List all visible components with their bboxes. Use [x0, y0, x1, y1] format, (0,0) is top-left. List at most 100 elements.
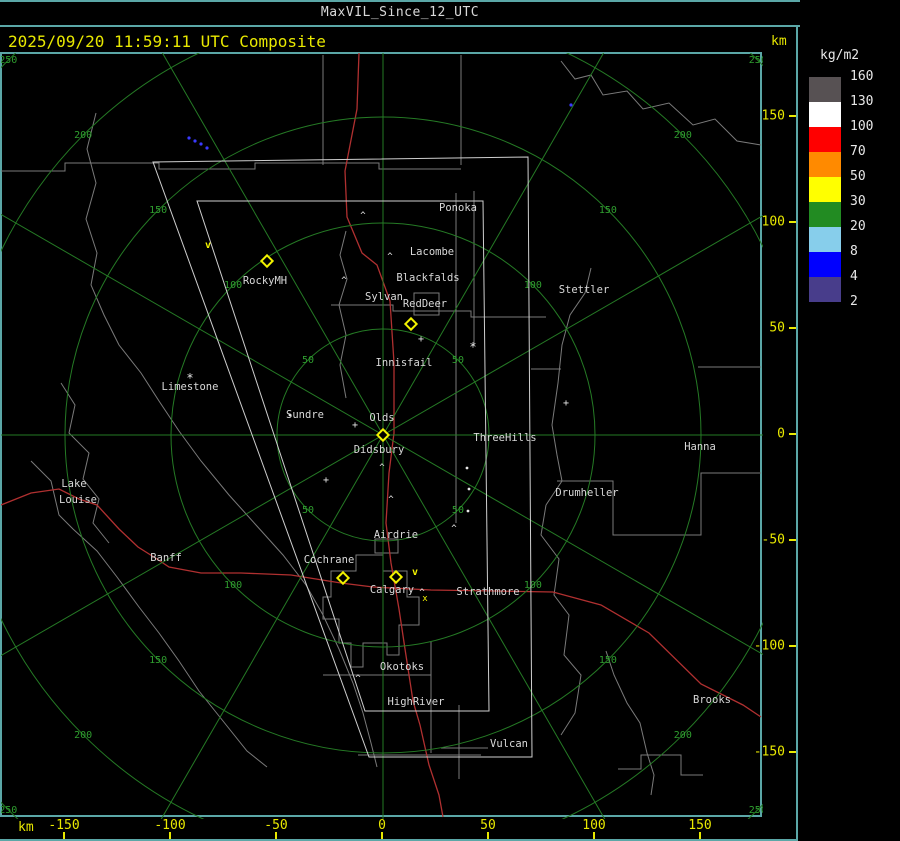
range-ring-label: 200: [674, 730, 692, 741]
range-ring-label: 50: [452, 355, 464, 366]
range-ring-label: 250: [1, 55, 17, 66]
legend-swatch: [809, 152, 841, 177]
map-svg: 50 50 50 50 100 100 100 100 150 150 150 150 200 200 20…: [1, 53, 763, 819]
right-axis-tick-label: 0: [777, 426, 785, 442]
right-axis-tick: [789, 751, 796, 753]
x-marker: x: [422, 594, 428, 604]
city-label: Vulcan: [490, 738, 528, 750]
bottom-axis-tick: [699, 832, 701, 839]
right-axis-tick-label: -50: [761, 532, 785, 548]
caret-marker: ^: [388, 495, 394, 505]
weak-echo-dot: [569, 103, 573, 107]
county-boundary: [85, 112, 378, 768]
legend-swatch: [809, 102, 841, 127]
bottom-axis: km -150 -100 -50 0 50 100 150: [0, 817, 800, 841]
title-divider-line: [0, 25, 800, 27]
bottom-axis-tick-label: 50: [480, 818, 496, 833]
range-ring-label: 250: [749, 805, 763, 816]
right-divider-line: [796, 26, 798, 841]
legend-value: 2: [850, 294, 858, 309]
legend-value: 160: [850, 69, 874, 84]
bottom-axis-tick-label: -50: [264, 818, 288, 833]
asterisk-marker: *: [469, 340, 476, 354]
legend-swatch: [809, 252, 841, 277]
city-label: Lake: [61, 478, 86, 490]
range-ring-label: 250: [1, 805, 17, 816]
plus-marker: +: [418, 334, 424, 345]
city-label: Drumheller: [555, 487, 618, 499]
caret-marker: ^: [360, 211, 366, 221]
bottom-axis-tick-label: 0: [378, 818, 386, 833]
right-axis-tick: [789, 539, 796, 541]
range-ring-label: 50: [302, 355, 314, 366]
city-label: Calgary: [370, 584, 414, 596]
legend-value: 8: [850, 244, 858, 259]
county-boundary: [618, 754, 703, 776]
weak-echo-dot: [193, 139, 197, 143]
right-axis-tick-label: -100: [753, 638, 785, 654]
range-ring-label: 100: [224, 580, 242, 591]
range-ring-label: 150: [149, 205, 167, 216]
bottom-axis-tick: [381, 832, 383, 839]
right-axis-tick: [789, 115, 796, 117]
weak-echo-dot: [205, 146, 209, 150]
city-label: Innisfail: [376, 357, 433, 369]
range-ring-label: 200: [74, 730, 92, 741]
range-ring-label: 100: [524, 280, 542, 291]
range-ring-label: 200: [74, 130, 92, 141]
bottom-axis-tick: [63, 832, 65, 839]
city-label: RockyMH: [243, 275, 287, 287]
caret-marker: ^: [379, 463, 385, 473]
radar-site-marker: [403, 316, 419, 332]
legend-swatch: [809, 77, 841, 102]
county-boundary: [545, 267, 592, 506]
bottom-axis-tick: [593, 832, 595, 839]
legend-swatch: [809, 277, 841, 302]
city-label: Lacombe: [410, 246, 454, 258]
range-ring-label: 200: [674, 130, 692, 141]
highway-road: [1, 488, 762, 718]
range-ring-label: 150: [599, 655, 617, 666]
city-label: Brooks: [693, 694, 731, 706]
county-boundary: [30, 460, 268, 768]
bottom-axis-tick-label: 100: [582, 818, 606, 833]
caret-marker: ^: [387, 252, 393, 262]
city-label: Sundre: [286, 409, 324, 421]
legend-value: 100: [850, 119, 874, 134]
legend-value: 50: [850, 169, 866, 184]
bottom-axis-unit-label: km: [18, 820, 34, 835]
city-label: Blackfalds: [396, 272, 459, 284]
legend-value: 30: [850, 194, 866, 209]
legend-value: 20: [850, 219, 866, 234]
range-ring-label: 50: [302, 505, 314, 516]
legend-swatches: [809, 77, 841, 302]
bottom-axis-tick-label: -100: [154, 818, 186, 833]
dot-marker: [465, 466, 469, 470]
plus-marker: +: [563, 398, 569, 409]
bottom-axis-tick: [275, 832, 277, 839]
county-boundary: [560, 60, 762, 146]
city-label: Limestone: [162, 381, 219, 393]
bottom-axis-tick: [169, 832, 171, 839]
right-axis-tick-label: 100: [761, 214, 785, 230]
county-boundary: [557, 472, 761, 536]
city-label: Hanna: [684, 441, 716, 453]
radar-site-marker: [388, 569, 404, 585]
city-label: Okotoks: [380, 661, 424, 673]
right-axis-tick: [789, 433, 796, 435]
range-ring-label: 150: [599, 205, 617, 216]
right-axis-tick-label: -150: [753, 744, 785, 760]
range-ring-label: 100: [524, 580, 542, 591]
city-label: Louise: [59, 494, 97, 506]
window-title: MaxVIL_Since_12_UTC: [320, 5, 480, 20]
dot-marker: [467, 487, 471, 491]
timestamp-label: 2025/09/20 11:59:11 UTC Composite: [8, 32, 326, 51]
legend-swatch: [809, 227, 841, 252]
county-boundary: [605, 650, 655, 796]
city-label: Sylvan: [365, 291, 403, 303]
city-label: Ponoka: [439, 202, 477, 214]
legend-title: kg/m2: [820, 48, 860, 63]
legend-value: 4: [850, 269, 858, 284]
right-axis-tick-label: 50: [769, 320, 785, 336]
caret-marker: ^: [355, 674, 361, 684]
